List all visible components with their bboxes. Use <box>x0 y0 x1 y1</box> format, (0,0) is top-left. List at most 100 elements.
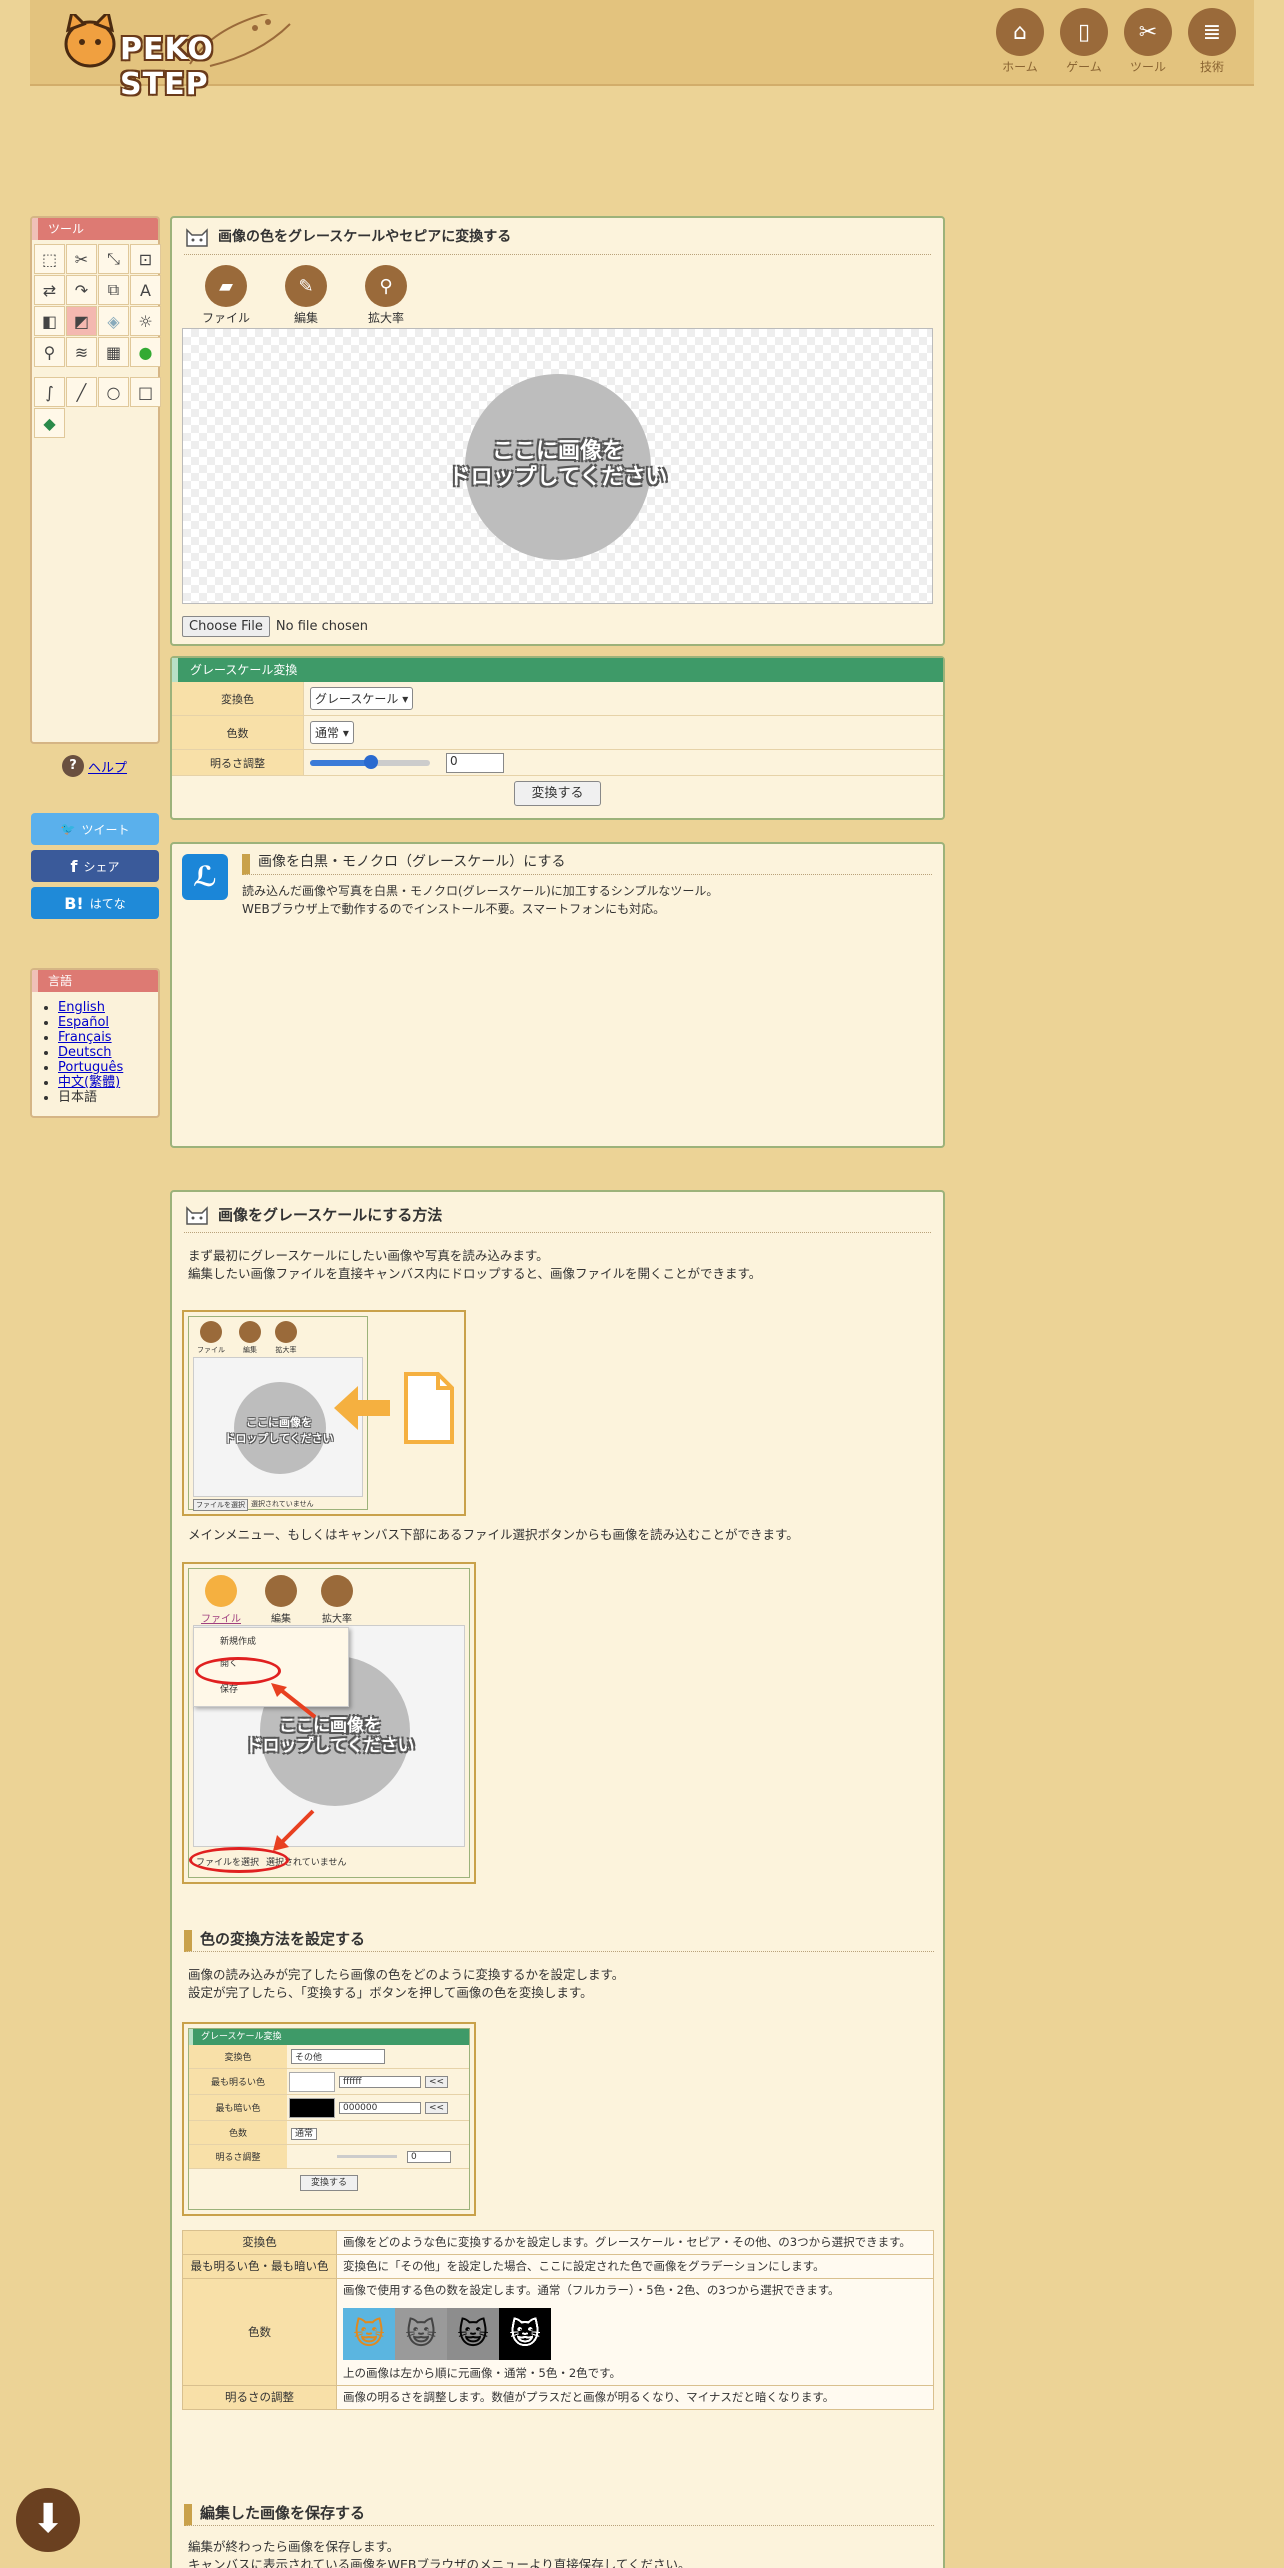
mini-magnifier-icon <box>321 1575 353 1607</box>
rect-select-icon[interactable]: ⬚ <box>34 244 65 274</box>
rotate-icon[interactable]: ↷ <box>66 275 97 305</box>
lang-portuguese[interactable]: Português <box>58 1060 123 1075</box>
shot2-file: ファイル <box>201 1614 241 1625</box>
shot2-edit: 編集 <box>271 1614 291 1625</box>
editor-title-row: 画像の色をグレースケールやセピアに変換する <box>184 224 931 255</box>
brightness-label: 明るさ調整 <box>172 750 304 775</box>
howto-paragraph-2: メインメニュー、もしくはキャンバス下部にあるファイル選択ボタンからも画像を読み込… <box>188 1527 799 1542</box>
shot3-row3-label: 色数 <box>189 2121 287 2144</box>
table-key: 最も明るい色・最も暗い色 <box>182 2254 337 2279</box>
nav-tools[interactable]: ✂ ツール <box>1124 8 1172 75</box>
shot1-edit: 編集 <box>243 1346 257 1354</box>
howto-paragraph-3: 画像の読み込みが完了したら画像の色をどのように変換するかを設定します。 設定が完… <box>188 1966 624 2002</box>
edit-button[interactable]: ✎ 編集 <box>280 265 332 326</box>
smartphone-icon: ▯ <box>1060 8 1108 56</box>
convert-button[interactable]: 変換する <box>514 781 601 806</box>
shot2-menu-new: 新規作成 <box>220 1637 257 1647</box>
tool-sidebar-title: ツール <box>32 218 158 240</box>
highlight-choose-ellipse <box>189 1847 289 1873</box>
facebook-share-button[interactable]: f シェア <box>31 850 159 882</box>
description-panel: ℒ 画像を白黒・モノクロ（グレースケール）にする 読み込んだ画像や写真を白黒・モ… <box>170 842 945 1148</box>
facebook-label: シェア <box>83 859 120 874</box>
brightness-input[interactable]: 0 <box>446 752 504 773</box>
cat-5color-icon: 😺 <box>447 2308 499 2360</box>
brightness-slider[interactable] <box>310 754 430 769</box>
convert-color-row: 変換色 グレースケール ▾ <box>172 682 943 716</box>
zoom-button[interactable]: ⚲ 拡大率 <box>360 265 412 326</box>
color-count-row: 色数 通常 ▾ <box>172 716 943 750</box>
file-drop-arrow-icon <box>334 1372 454 1444</box>
circle-icon[interactable]: ○ <box>98 377 129 407</box>
shot3-row2-label: 最も暗い色 <box>189 2095 287 2120</box>
square-icon[interactable]: □ <box>130 377 161 407</box>
drop-text-line2: ドロップしてください <box>448 465 668 490</box>
text-icon[interactable]: A <box>130 275 161 305</box>
eraser-icon[interactable]: ◆ <box>34 408 65 438</box>
description-body: 読み込んだ画像や写真を白黒・モノクロ(グレースケール)に加工するシンプルなツール… <box>242 882 718 918</box>
lang-german[interactable]: Deutsch <box>58 1045 112 1060</box>
freehand-icon[interactable]: ∫ <box>34 377 65 407</box>
grayscale-icon[interactable]: ◧ <box>34 306 65 336</box>
help-label[interactable]: ヘルプ <box>88 757 127 776</box>
cat-face-icon <box>184 224 210 248</box>
editor-title: 画像の色をグレースケールやセピアに変換する <box>218 229 512 245</box>
brightness-icon[interactable]: ☼ <box>130 306 161 336</box>
howto-title: 画像をグレースケールにする方法 <box>218 1205 443 1224</box>
tweet-button[interactable]: 🐦 ツイート <box>31 813 159 845</box>
shot3-row0-value: その他 <box>291 2049 385 2064</box>
grayscale-panel: グレースケール変換 変換色 グレースケール ▾ 色数 通常 ▾ 明るさ調整 0 … <box>170 656 945 820</box>
shot3-dark-swatch <box>289 2097 335 2118</box>
choose-file-button[interactable]: Choose File <box>182 616 270 637</box>
eyedropper-icon[interactable]: ⚲ <box>34 337 65 367</box>
lang-spanish[interactable]: Español <box>58 1015 109 1030</box>
lang-japanese: 日本語 <box>58 1090 98 1105</box>
file-button[interactable]: ▰ ファイル <box>200 265 252 326</box>
image-canvas[interactable]: ここに画像を ドロップしてください <box>182 328 933 604</box>
description-line2: WEBブラウザ上で動作するのでインストール不要。スマートフォンにも対応。 <box>242 902 666 916</box>
color-count-select[interactable]: 通常 ▾ <box>310 721 354 744</box>
table-value: 画像をどのような色に変換するかを設定します。グレースケール・セピア・その他、の3… <box>336 2230 934 2255</box>
help-link[interactable]: ? ヘルプ <box>62 755 127 777</box>
convert-color-select[interactable]: グレースケール ▾ <box>310 687 414 710</box>
nav-game[interactable]: ▯ ゲーム <box>1060 8 1108 75</box>
shot3-row2-arrow: << <box>425 2101 449 2114</box>
nav-home-label: ホーム <box>1002 60 1038 74</box>
language-title: 言語 <box>32 970 158 992</box>
color-convert-icon[interactable]: ◩ <box>66 306 97 336</box>
table-row: 明るさの調整 画像の明るさを調整します。数値がプラスだと画像が明るくなり、マイナ… <box>182 2385 934 2410</box>
howto-p4-line2: キャンバスに表示されている画像をWEBブラウザのメニューより直接保存してください… <box>188 2557 691 2568</box>
table-key: 色数 <box>182 2278 337 2386</box>
flip-icon[interactable]: ⇄ <box>34 275 65 305</box>
transparent-icon[interactable]: ◈ <box>98 306 129 336</box>
line-icon[interactable]: ╱ <box>66 377 97 407</box>
color-count-examples: 😺 😺 😺 😺 <box>343 2308 927 2360</box>
shot3-row1-label: 最も明るい色 <box>189 2069 287 2094</box>
crop-icon[interactable]: ⊡ <box>130 244 161 274</box>
mini-folder-icon <box>200 1321 222 1343</box>
site-logo[interactable]: PEKO STEP <box>60 3 321 102</box>
canvas-size-icon[interactable]: ⧉ <box>98 275 129 305</box>
mosaic-icon[interactable]: ▦ <box>98 337 129 367</box>
scroll-down-button[interactable]: ⬇ <box>16 2488 80 2552</box>
lang-english[interactable]: English <box>58 1000 105 1015</box>
document-icon: ≣ <box>1188 8 1236 56</box>
howto-screenshot-menu: ファイル 編集 拡大率 ここに画像を ドロップしてください 新規作成 開く 保存… <box>182 1562 476 1884</box>
shot3-row2-value: 000000 <box>339 2101 421 2114</box>
mini-pencil-icon <box>239 1321 261 1343</box>
nav-tech[interactable]: ≣ 技術 <box>1188 8 1236 75</box>
scissors-icon[interactable]: ✂ <box>66 244 97 274</box>
resize-icon[interactable]: ⤡ <box>98 244 129 274</box>
lang-french[interactable]: Français <box>58 1030 112 1045</box>
color-count-value: 通常 <box>315 726 340 740</box>
hatena-button[interactable]: B! はてな <box>31 887 159 919</box>
color-circle-icon[interactable]: ● <box>130 337 161 367</box>
blur-icon[interactable]: ≋ <box>66 337 97 367</box>
howto-paragraph-4: 編集が終わったら画像を保存します。 キャンバスに表示されている画像をWEBブラウ… <box>188 2538 690 2568</box>
shot2-drop1: ここに画像を <box>279 1716 381 1736</box>
lang-chinese[interactable]: 中文(繁體) <box>58 1075 120 1090</box>
howto-p1-line2: 編集したい画像ファイルを直接キャンバス内にドロップすると、画像ファイルを開くこと… <box>188 1266 762 1281</box>
shot3-row3-value: 通常 <box>291 2128 318 2140</box>
nav-home[interactable]: ⌂ ホーム <box>996 8 1044 75</box>
tool-sidebar: ツール ⬚ ✂ ⤡ ⊡ ⇄ ↷ ⧉ A ◧ ◩ ◈ ☼ ⚲ ≋ ▦ ● ∫ ╱ … <box>30 216 161 744</box>
help-icon: ? <box>62 755 84 777</box>
